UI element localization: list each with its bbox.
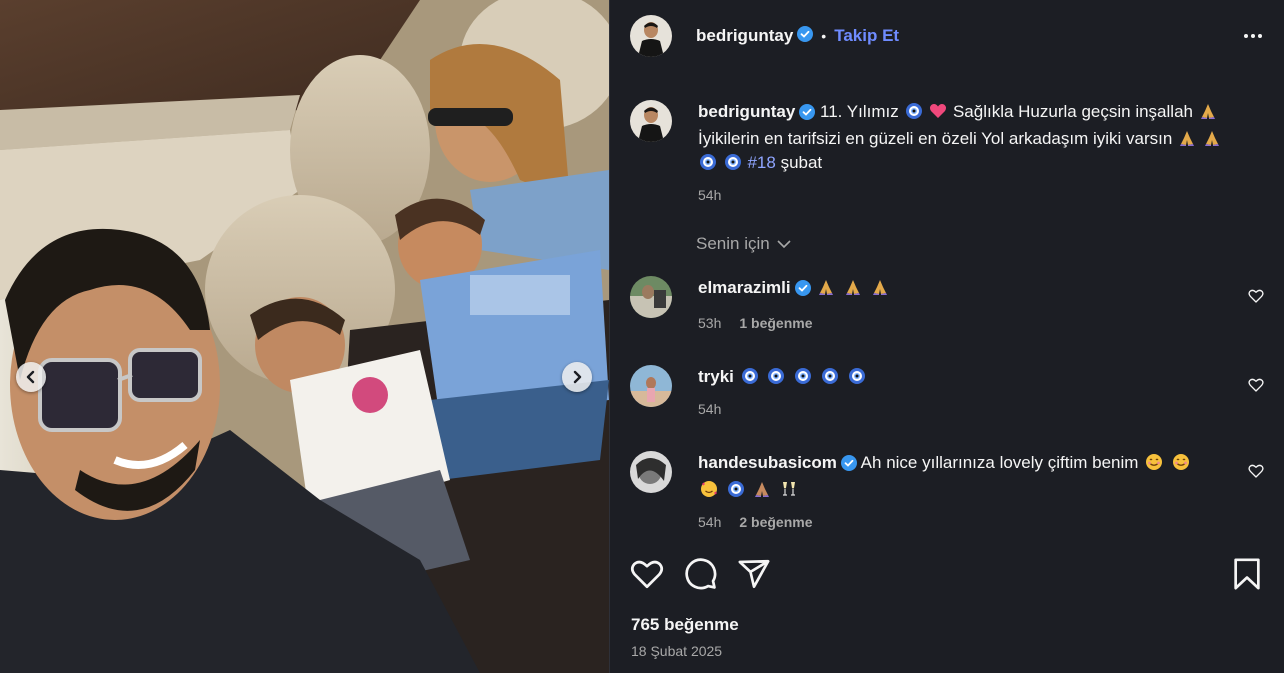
post-date: 18 Şubat 2025 — [631, 643, 723, 659]
like-comment-button[interactable] — [1248, 288, 1264, 309]
post-actions — [630, 557, 1264, 593]
heart-icon — [1248, 289, 1264, 303]
champagne-glasses-icon — [783, 482, 796, 496]
nazar-icon — [727, 481, 744, 497]
post-image[interactable] — [0, 0, 609, 673]
save-button[interactable] — [1230, 557, 1264, 596]
nazar-icon — [795, 368, 812, 384]
verified-icon — [840, 454, 857, 478]
share-icon — [738, 559, 770, 589]
nazar-icon — [700, 154, 716, 170]
previous-image-button[interactable] — [16, 362, 46, 392]
comment-button[interactable] — [684, 557, 718, 596]
nazar-icon — [905, 103, 922, 119]
nazar-icon — [821, 368, 838, 384]
commenter-avatar[interactable] — [630, 276, 672, 318]
commenter-avatar[interactable] — [630, 365, 672, 407]
smiling-face-icon — [1146, 454, 1163, 470]
comment-item: handesubasicom Ah nice yıllarınıza lovel… — [630, 451, 1264, 530]
smiling-face-hearts-icon — [701, 481, 717, 497]
like-comment-button[interactable] — [1248, 463, 1264, 484]
like-comment-button[interactable] — [1248, 377, 1264, 398]
author-avatar[interactable] — [630, 15, 672, 57]
caption-time: 54h — [698, 187, 722, 203]
comment-sort-label: Senin için — [696, 234, 770, 253]
verified-icon — [799, 103, 816, 127]
more-icon — [1244, 34, 1248, 38]
comment-sort-dropdown[interactable]: Senin için — [696, 234, 792, 254]
like-count[interactable]: 765 beğenme — [631, 615, 739, 635]
heart-icon — [630, 560, 664, 589]
post-header: bedriguntay • Takip Et — [630, 14, 1264, 58]
comment-text: Ah nice yıllarınıza lovely çiftim benim — [860, 453, 1139, 472]
nazar-icon — [768, 368, 785, 384]
photo-illustration — [0, 0, 609, 673]
comment-likes[interactable]: 1 beğenme — [739, 315, 812, 331]
nazar-icon — [741, 368, 758, 384]
caption-avatar[interactable] — [630, 100, 672, 142]
comment-username[interactable]: elmarazimli — [698, 278, 791, 297]
praying-hands-icon — [819, 280, 834, 295]
more-options-button[interactable] — [1242, 28, 1264, 44]
hashtag-link[interactable]: #18 — [747, 153, 775, 172]
chevron-down-icon — [777, 240, 791, 249]
comment-time: 54h — [698, 401, 722, 417]
caption-username[interactable]: bedriguntay — [698, 102, 795, 121]
praying-hands-icon — [846, 280, 861, 295]
comment-time: 53h — [698, 315, 722, 331]
follow-button[interactable]: Takip Et — [834, 26, 899, 46]
comment-time: 54h — [698, 514, 722, 530]
post-caption: bedriguntay 11. Yılımız Sağlıkla Huzurla… — [630, 100, 1264, 203]
verified-icon — [794, 279, 811, 303]
heart-emoji-icon — [930, 104, 947, 118]
separator-dot: • — [821, 28, 827, 44]
comment-username[interactable]: tryki — [698, 367, 734, 386]
comment-icon — [685, 558, 717, 590]
chevron-left-icon — [26, 370, 35, 384]
heart-icon — [1248, 378, 1264, 392]
bookmark-icon — [1234, 558, 1260, 590]
comment-item: tryki 54h — [630, 365, 1264, 417]
caption-meta: 54h — [698, 187, 1238, 203]
praying-hands-icon — [1200, 104, 1215, 119]
praying-hands-icon — [1180, 131, 1195, 146]
praying-hands-icon — [755, 482, 770, 497]
nazar-icon — [848, 368, 865, 384]
comment-username[interactable]: handesubasicom — [698, 453, 837, 472]
like-button[interactable] — [630, 557, 664, 596]
nazar-icon — [724, 154, 741, 170]
comment-likes[interactable]: 2 beğenme — [739, 514, 812, 530]
heart-icon — [1248, 464, 1264, 478]
verified-icon — [797, 25, 814, 47]
post-detail-panel: bedriguntay • Takip Et bedriguntay 11. Y… — [610, 0, 1284, 673]
chevron-right-icon — [573, 370, 582, 384]
share-button[interactable] — [737, 557, 771, 596]
praying-hands-icon — [1204, 131, 1219, 146]
comment-item: elmarazimli 53h 1 beğenme — [630, 276, 1264, 331]
commenter-avatar[interactable] — [630, 451, 672, 493]
caption-text: bedriguntay 11. Yılımız Sağlıkla Huzurla… — [698, 100, 1238, 175]
praying-hands-icon — [872, 280, 887, 295]
smiling-face-icon — [1172, 454, 1189, 470]
next-image-button[interactable] — [562, 362, 592, 392]
author-username[interactable]: bedriguntay — [696, 26, 793, 46]
